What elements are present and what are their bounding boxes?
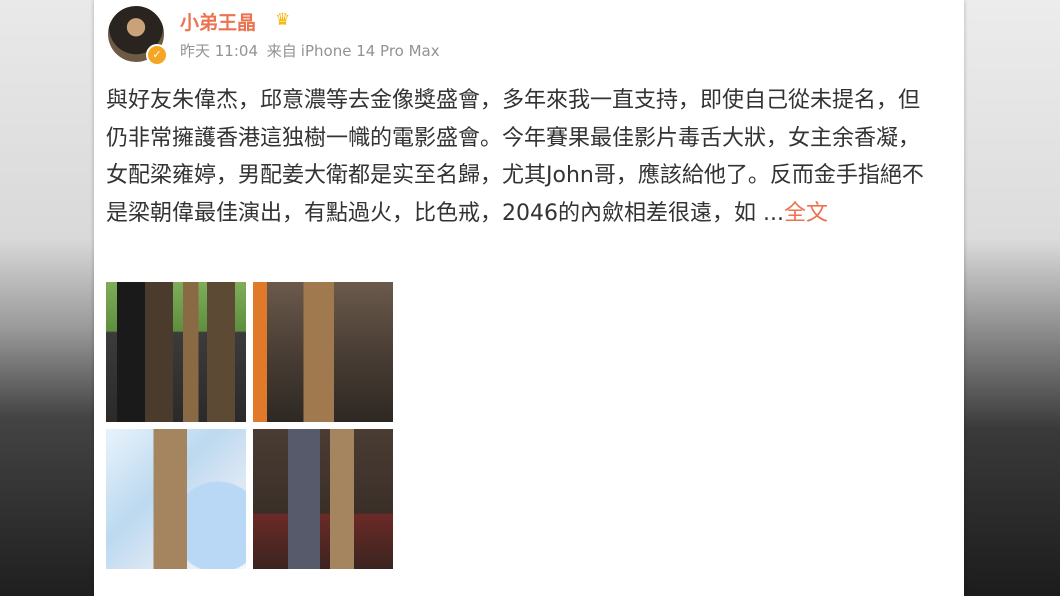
post-text: 與好友朱偉杰，邱意濃等去金像獎盛會，多年來我一直支持，即使自己從未提名，但仍非常…: [106, 82, 932, 232]
photo-1[interactable]: [106, 282, 246, 422]
crown-icon[interactable]: ♛: [275, 9, 297, 31]
read-more-link[interactable]: 全文: [784, 201, 828, 226]
photo-2[interactable]: [253, 282, 393, 422]
post-meta: 昨天 11:04 来自 iPhone 14 Pro Max: [180, 40, 444, 61]
photo-3[interactable]: [106, 429, 246, 569]
post-time[interactable]: 昨天 11:04: [180, 42, 258, 60]
device-name: iPhone 14 Pro Max: [300, 42, 440, 60]
source-prefix: 来自: [266, 42, 297, 60]
verified-icon: ✓: [146, 44, 168, 66]
background-right: [964, 0, 1060, 596]
user-name[interactable]: 小弟王晶: [180, 8, 256, 35]
photo-4[interactable]: [253, 429, 393, 569]
weibo-post-card: ✓ 小弟王晶 ♛ 昨天 11:04 来自 iPhone 14 Pro Max 與好…: [94, 0, 964, 596]
background-left: [0, 0, 94, 596]
